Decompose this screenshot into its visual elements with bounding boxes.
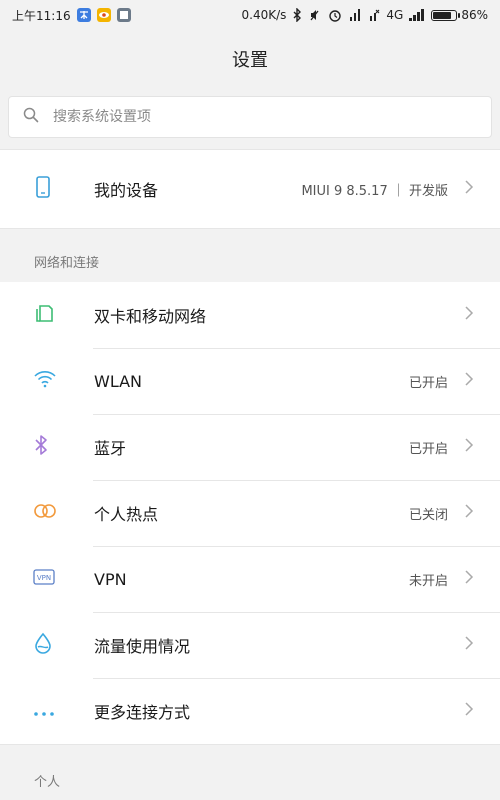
chevron-right-icon bbox=[464, 437, 474, 457]
setting-row-more-connections[interactable]: 更多连接方式 bbox=[0, 678, 500, 744]
network-speed: 0.40K/s bbox=[241, 8, 287, 22]
dual-sim-icon bbox=[33, 302, 55, 328]
mute-icon bbox=[308, 8, 322, 22]
alarm-icon bbox=[328, 8, 342, 22]
wifi-icon bbox=[33, 369, 57, 393]
chevron-right-icon bbox=[464, 305, 474, 325]
setting-row-bluetooth[interactable]: 蓝牙 已开启 bbox=[0, 414, 500, 480]
setting-status: 未开启 bbox=[408, 573, 448, 589]
setting-status: 已开启 bbox=[408, 441, 448, 457]
vpn-icon: VPN bbox=[33, 569, 55, 589]
data-usage-icon bbox=[33, 632, 53, 658]
section-title-personal: 个人 bbox=[34, 775, 61, 790]
hd-signal-icon bbox=[348, 8, 362, 22]
battery-indicator: 86% bbox=[431, 8, 488, 22]
chevron-right-icon bbox=[464, 701, 474, 721]
setting-row-wlan[interactable]: WLAN 已开启 bbox=[0, 348, 500, 414]
setting-row-vpn[interactable]: VPN VPN 未开启 bbox=[0, 546, 500, 612]
cellular-signal-icon bbox=[409, 9, 425, 21]
bluetooth-status-icon bbox=[292, 8, 302, 22]
network-type: 4G bbox=[386, 8, 404, 22]
setting-status: 已关闭 bbox=[408, 507, 448, 523]
chevron-right-icon bbox=[464, 635, 474, 655]
my-device-item[interactable]: 我的设备 MIUI 9 8.5.17 ｜ 开发版 bbox=[0, 149, 500, 229]
setting-label: 个人热点 bbox=[94, 505, 159, 524]
status-bar: 上午11:16 0.40K/s 4G 86% bbox=[0, 0, 500, 30]
status-time: 上午11:16 bbox=[12, 8, 71, 23]
my-device-version: MIUI 9 8.5.17 ｜ 开发版 bbox=[301, 183, 448, 199]
setting-label: 流量使用情况 bbox=[94, 637, 191, 656]
search-input[interactable] bbox=[51, 108, 435, 126]
signal-no-icon bbox=[368, 8, 380, 22]
screenshot-notification-icon bbox=[116, 8, 131, 22]
chevron-right-icon bbox=[464, 179, 474, 199]
setting-label: 更多连接方式 bbox=[94, 703, 191, 722]
setting-row-hotspot[interactable]: 个人热点 已关闭 bbox=[0, 480, 500, 546]
phone-icon bbox=[33, 176, 53, 202]
page-title: 设置 bbox=[232, 50, 268, 71]
setting-label: 蓝牙 bbox=[94, 439, 127, 458]
setting-label: WLAN bbox=[94, 371, 143, 391]
network-settings-list: 双卡和移动网络 WLAN 已开启 蓝牙 已开启 个人热点 已关闭 VPN VPN… bbox=[0, 282, 500, 745]
my-device-label: 我的设备 bbox=[94, 181, 159, 200]
battery-icon bbox=[431, 9, 461, 21]
setting-row-dual-sim[interactable]: 双卡和移动网络 bbox=[0, 282, 500, 348]
setting-label: VPN bbox=[94, 569, 127, 589]
section-title-network: 网络和连接 bbox=[34, 256, 100, 271]
setting-status: 已开启 bbox=[408, 375, 448, 391]
app-notification-icon bbox=[76, 8, 91, 22]
eye-notification-icon bbox=[96, 8, 111, 22]
setting-label: 双卡和移动网络 bbox=[94, 307, 207, 326]
setting-row-data-usage[interactable]: 流量使用情况 bbox=[0, 612, 500, 678]
search-bar[interactable] bbox=[8, 96, 492, 138]
bluetooth-icon bbox=[33, 434, 49, 460]
chevron-right-icon bbox=[464, 503, 474, 523]
hotspot-icon bbox=[33, 502, 57, 524]
svg-text:VPN: VPN bbox=[37, 574, 51, 582]
more-icon bbox=[33, 702, 55, 721]
chevron-right-icon bbox=[464, 371, 474, 391]
chevron-right-icon bbox=[464, 569, 474, 589]
battery-percent: 86% bbox=[461, 8, 488, 22]
search-icon bbox=[23, 107, 39, 127]
